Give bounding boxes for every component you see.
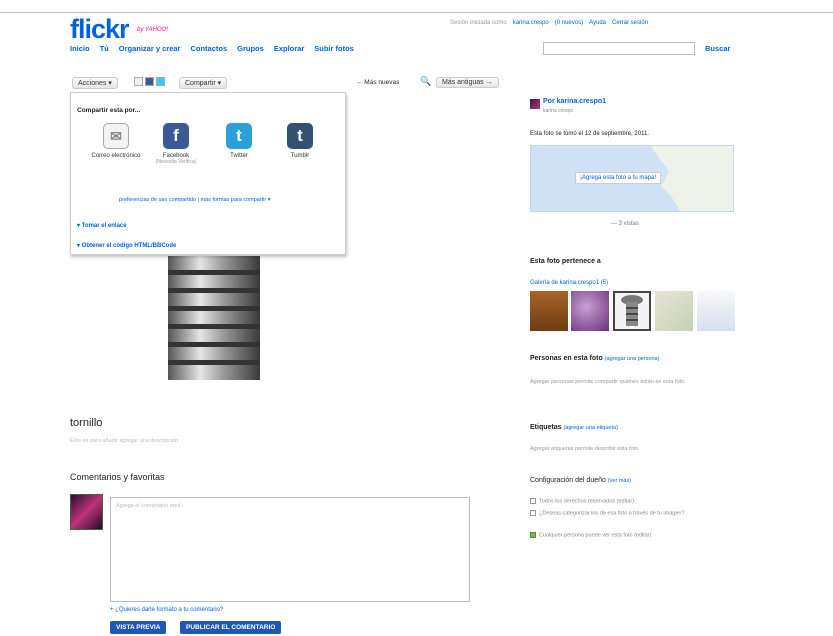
- license-icon: [530, 498, 536, 504]
- facebook-icon: f: [163, 123, 189, 149]
- people-title: Personas en esta foto (agregar una perso…: [530, 355, 660, 362]
- views-count: — 3 vistas: [611, 221, 640, 227]
- share-twitter-label: Twitter: [230, 153, 248, 159]
- owner-avatar[interactable]: [530, 99, 540, 109]
- help-link[interactable]: Ayuda: [589, 20, 606, 26]
- facebook-share-icon[interactable]: [145, 77, 154, 86]
- share-preferences-link[interactable]: preferencias de uso compartido | más for…: [119, 197, 271, 203]
- newer-photos-link[interactable]: ← Más nuevas: [356, 79, 399, 86]
- owner-name: karina crespo: [543, 108, 574, 114]
- setting-privacy[interactable]: Cualquier persona puede ver esta foto (e…: [530, 532, 652, 538]
- top-border-right: [775, 12, 833, 13]
- preview-button[interactable]: VISTA PREVIA: [110, 621, 167, 634]
- tags-title: Etiquetas (agregar una etiqueta): [530, 424, 618, 431]
- search-button[interactable]: Buscar: [705, 44, 730, 53]
- checkbox-icon: [530, 510, 536, 516]
- acciones-button[interactable]: Acciones ▾: [72, 77, 118, 89]
- email-icon: ✉: [103, 123, 129, 149]
- share-twitter[interactable]: t Twitter: [214, 123, 264, 159]
- nav-contactos[interactable]: Contactos: [190, 44, 227, 53]
- add-person-link[interactable]: (agregar una persona): [605, 356, 660, 362]
- main-nav: Inicio Tú Organizar y crear Contactos Gr…: [70, 44, 354, 53]
- nav-grupos[interactable]: Grupos: [237, 44, 264, 53]
- publish-comment-button[interactable]: PUBLICAR EL COMENTARIO: [180, 621, 282, 634]
- setting-license[interactable]: Todos los derechos reservados (editar): [530, 498, 634, 504]
- share-facebook[interactable]: f Facebook (Necesita Verifica): [151, 123, 201, 165]
- share-facebook-sub: (Necesita Verifica): [155, 159, 197, 165]
- nav-inicio[interactable]: Inicio: [70, 44, 90, 53]
- photo-screw[interactable]: [160, 256, 268, 384]
- gallery-thumb-current[interactable]: [613, 291, 651, 331]
- setting-categorize[interactable]: ¿Deseas categorizar los de esa foto a tr…: [530, 510, 735, 516]
- signout-link[interactable]: Cerrar sesión: [612, 20, 648, 26]
- people-description: Agregar personas permite compartir quién…: [530, 379, 686, 385]
- gallery-thumb[interactable]: [571, 291, 609, 331]
- owner-settings-title: Configuración del dueño (ver más): [530, 477, 632, 484]
- taken-date: Esta foto se tomó el 12 de septiembre, 2…: [530, 131, 649, 137]
- top-border: [0, 12, 775, 13]
- gallery-thumb[interactable]: [697, 291, 735, 331]
- nav-explorar[interactable]: Explorar: [274, 44, 304, 53]
- flickr-logo[interactable]: flickr: [70, 14, 130, 45]
- photo-description[interactable]: Este es para añadir agregar una descripc…: [70, 438, 178, 444]
- search-input[interactable]: [543, 42, 695, 55]
- commenter-avatar: [70, 494, 103, 530]
- tags-description: Agregar etiquetas permite describir esta…: [530, 446, 639, 452]
- share-panel: Compartir esta por... ✉ Correo electróni…: [70, 92, 346, 255]
- owner-link[interactable]: Por karina.crespo1: [543, 98, 606, 105]
- older-photos-button[interactable]: Más antiguas →: [436, 77, 499, 88]
- gallery-thumb[interactable]: [655, 291, 693, 331]
- share-tumblr-label: Tumblr: [290, 153, 310, 159]
- settings-more-link[interactable]: (ver más): [608, 478, 631, 484]
- user-link[interactable]: karina.crespo: [513, 20, 549, 26]
- add-tag-link[interactable]: (agregar una etiqueta): [563, 425, 617, 431]
- nav-tu[interactable]: Tú: [100, 44, 109, 53]
- quick-share-icons: [134, 77, 165, 86]
- comment-placeholder: Agrega el comentario aquí...: [116, 503, 186, 509]
- signed-in-label: Sesión iniciada como: [450, 20, 507, 26]
- twitter-icon: t: [226, 123, 252, 149]
- tumblr-icon: t: [287, 123, 313, 149]
- new-messages-link[interactable]: (0 nuevos): [555, 20, 583, 26]
- top-user-links: Sesión iniciada como karina.crespo (0 nu…: [450, 20, 648, 26]
- share-email[interactable]: ✉ Correo electrónico: [91, 123, 141, 159]
- comments-title: Comentarios y favoritas: [70, 472, 165, 482]
- format-comment-link[interactable]: + ¿Quieres darle formato a tu comentario…: [110, 607, 223, 613]
- grab-html-code[interactable]: ▾ Obtener el código HTML/BBCode: [77, 242, 176, 249]
- screw-thumb-icon: [621, 295, 643, 326]
- gallery-thumb[interactable]: [530, 291, 568, 331]
- twitter-share-icon[interactable]: [156, 77, 165, 86]
- email-share-icon[interactable]: [134, 77, 143, 86]
- compartir-button[interactable]: Compartir ▾: [179, 77, 228, 89]
- photo-title[interactable]: tornillo: [70, 417, 102, 429]
- privacy-icon: [530, 532, 536, 538]
- nav-subir[interactable]: Subir fotos: [314, 44, 354, 53]
- comment-textarea[interactable]: [110, 497, 470, 602]
- nav-organizar[interactable]: Organizar y crear: [119, 44, 181, 53]
- share-panel-title: Compartir esta por...: [77, 107, 141, 114]
- yahoo-tagline: by YAHOO!: [137, 27, 168, 33]
- zoom-icon[interactable]: 🔍: [420, 76, 431, 87]
- belongs-title: Esta foto pertenece a: [530, 258, 601, 265]
- share-email-label: Correo electrónico: [91, 153, 141, 159]
- share-tumblr[interactable]: t Tumblr: [275, 123, 325, 159]
- gallery-link[interactable]: Galería de karina.crespo1 (5): [530, 280, 608, 286]
- add-to-map-button[interactable]: ¡Agrega esta foto a tu mapa!: [575, 172, 662, 184]
- grab-link[interactable]: ▾ Tomar el enlace: [77, 222, 127, 229]
